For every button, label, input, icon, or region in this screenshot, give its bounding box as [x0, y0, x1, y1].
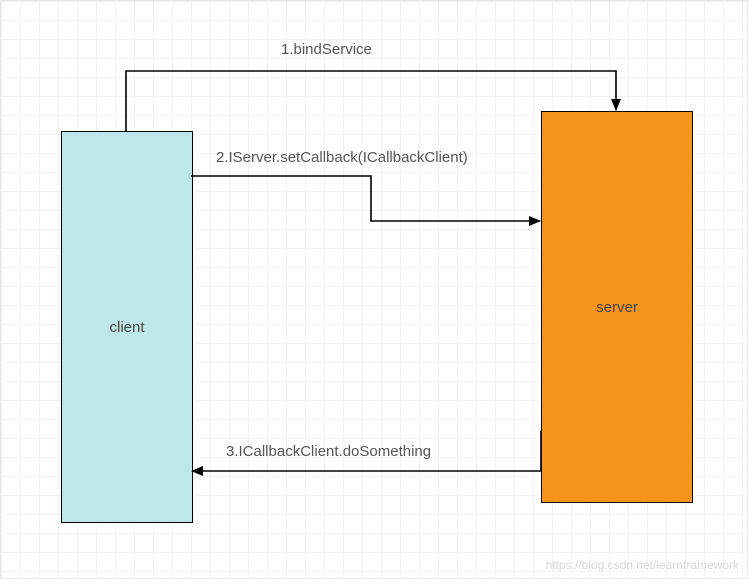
node-server-label: server — [596, 299, 638, 316]
node-client: client — [61, 131, 193, 523]
arrow-label-setcallback: 2.IServer.setCallback(ICallbackClient) — [216, 149, 468, 166]
arrow-label-bindservice: 1.bindService — [281, 41, 372, 58]
arrow-label-dosomething: 3.ICallbackClient.doSomething — [226, 443, 431, 460]
arrow-setcallback — [191, 176, 540, 221]
watermark: https://blog.csdn.net/learnframework — [546, 558, 739, 572]
diagram-canvas: client server 1.bindService 2.IServer.se… — [0, 0, 748, 579]
node-server: server — [541, 111, 693, 503]
node-client-label: client — [109, 319, 144, 336]
